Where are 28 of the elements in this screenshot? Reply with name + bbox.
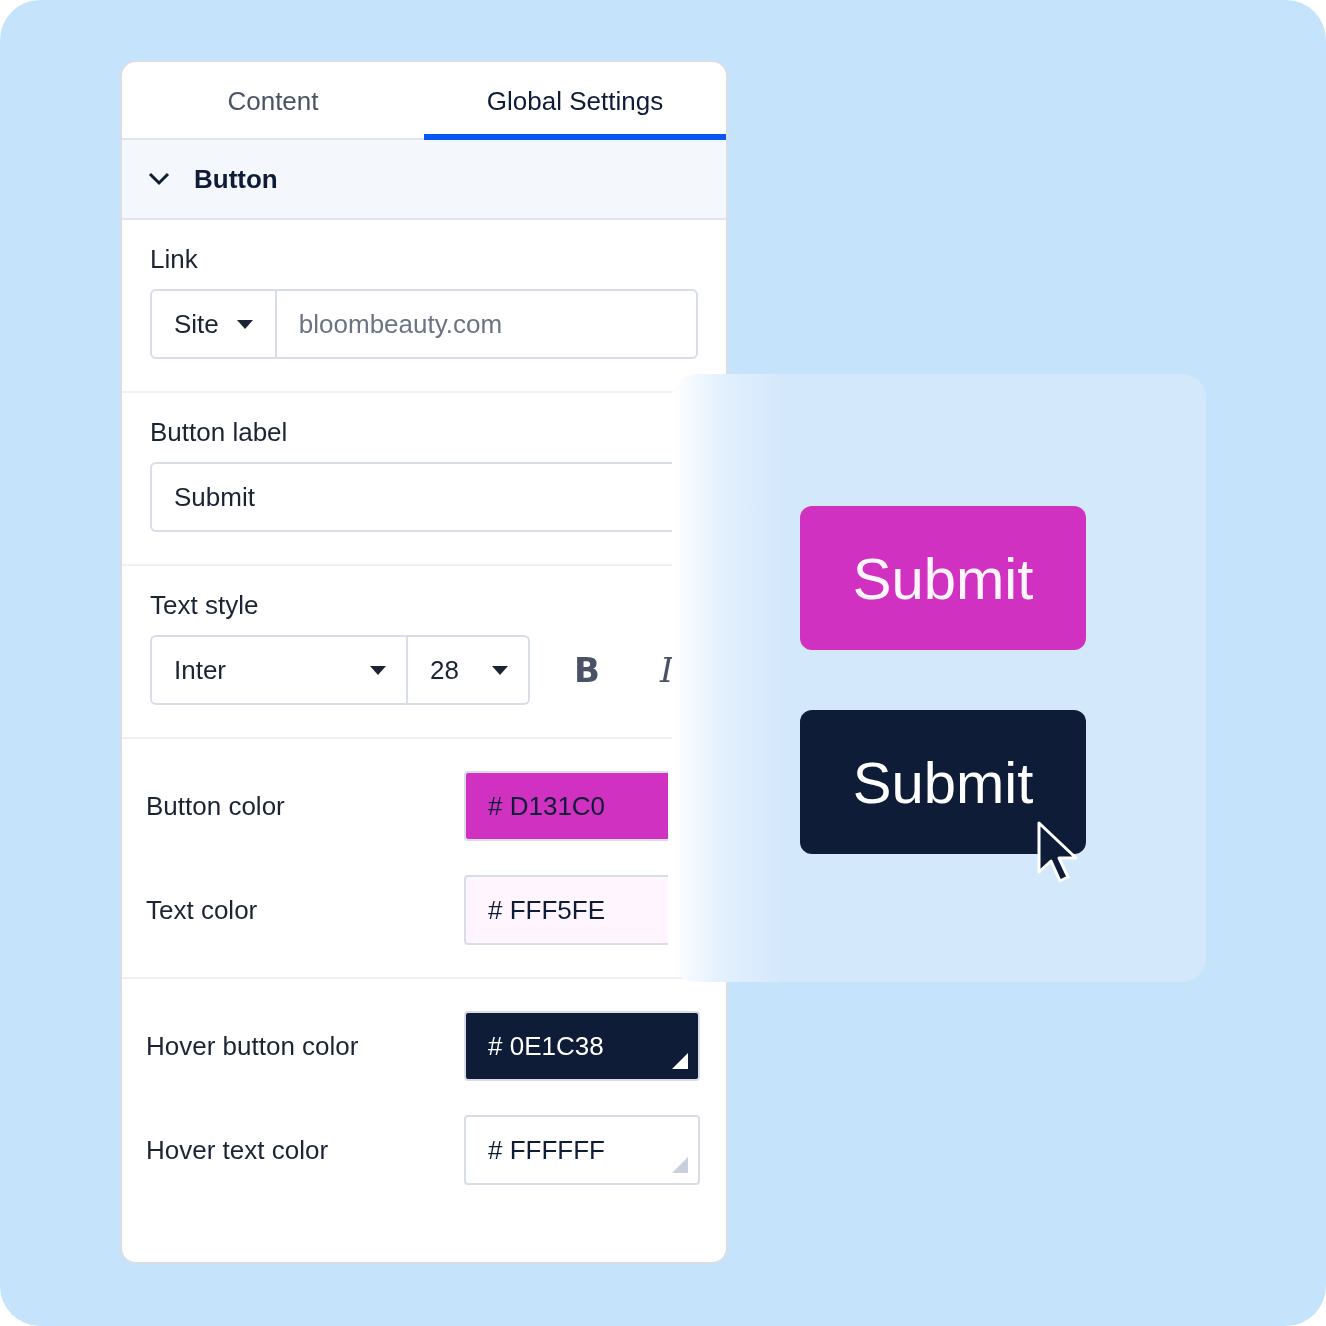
field-label: Text color (146, 894, 258, 926)
caret-icon (236, 319, 253, 329)
bold-button[interactable]: B (566, 650, 608, 690)
color-field[interactable]: # FFF5FE (464, 875, 668, 945)
url-field[interactable]: bloombeauty.com (276, 289, 698, 359)
field-label: Hover button color (146, 1030, 359, 1062)
caret-icon (370, 665, 386, 675)
field-label: Button label (150, 417, 289, 448)
color-field[interactable]: # D131C0 (464, 771, 668, 841)
field-label: Button color (146, 790, 285, 822)
section-title: Button (194, 163, 278, 195)
caret-icon (492, 665, 508, 675)
resize-handle-icon (672, 1053, 688, 1069)
color-field[interactable]: # FFFFFF (464, 1115, 700, 1185)
italic-button[interactable]: I (651, 650, 682, 690)
section-header[interactable]: Button (122, 140, 726, 220)
field-label: Hover text color (146, 1134, 329, 1166)
field-label: Text style (150, 590, 260, 621)
field-label: Link (150, 244, 199, 275)
tab[interactable]: Content (122, 62, 424, 140)
color-field[interactable]: # 0E1C38 (464, 1011, 700, 1081)
link-type-dropdown[interactable]: Site (150, 289, 277, 359)
preview-button[interactable]: Submit (800, 506, 1086, 650)
cursor-icon (1036, 820, 1080, 884)
resize-handle-icon (672, 1157, 688, 1173)
text-field[interactable]: Submit (150, 462, 674, 532)
font-dropdown[interactable]: Inter (150, 635, 408, 705)
size-dropdown[interactable]: 28 (408, 635, 530, 705)
